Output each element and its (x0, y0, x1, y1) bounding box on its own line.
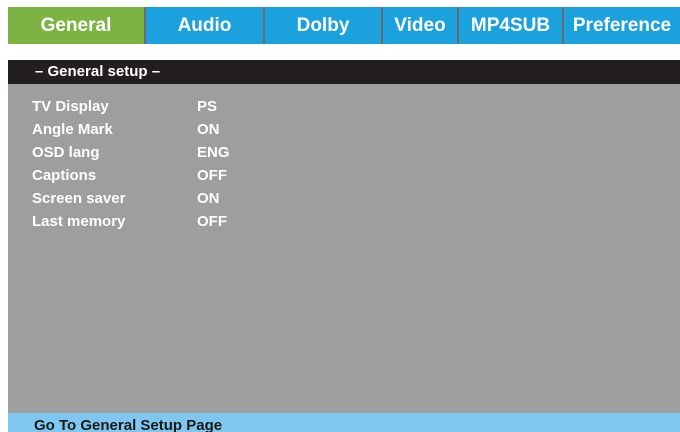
setting-value: ON (197, 121, 220, 138)
tab-video[interactable]: Video (383, 7, 459, 44)
tab-dolby[interactable]: Dolby (265, 7, 383, 44)
setting-value: ENG (197, 144, 230, 161)
setting-label: Angle Mark (32, 121, 113, 138)
status-text: Go To General Setup Page (34, 417, 223, 432)
setting-value: PS (197, 98, 218, 115)
panel-title: – General setup – (8, 60, 680, 84)
general-setup-panel: – General setup – TV Display PS Angle Ma… (8, 60, 680, 432)
setting-label: TV Display (32, 98, 109, 115)
tab-preference[interactable]: Preference (564, 7, 680, 44)
setting-value: OFF (197, 213, 227, 230)
setting-label: Screen saver (32, 190, 126, 207)
settings-list: TV Display PS Angle Mark ON OSD lang ENG… (32, 95, 277, 233)
setting-osd-lang[interactable]: OSD lang ENG (32, 141, 277, 164)
setting-captions[interactable]: Captions OFF (32, 164, 277, 187)
setting-tv-display[interactable]: TV Display PS (32, 95, 277, 118)
setup-tab-bar: General Audio Dolby Video MP4SUB Prefere… (8, 7, 680, 44)
setting-label: Captions (32, 167, 97, 184)
tab-audio[interactable]: Audio (146, 7, 265, 44)
setting-angle-mark[interactable]: Angle Mark ON (32, 118, 277, 141)
setting-value: OFF (197, 167, 227, 184)
setting-label: OSD lang (32, 144, 100, 161)
setting-screen-saver[interactable]: Screen saver ON (32, 187, 277, 210)
status-bar: Go To General Setup Page (8, 413, 680, 432)
tab-mp4sub[interactable]: MP4SUB (459, 7, 564, 44)
setting-label: Last memory (32, 213, 126, 230)
setting-value: ON (197, 190, 220, 207)
tab-general[interactable]: General (8, 7, 146, 44)
setting-last-memory[interactable]: Last memory OFF (32, 210, 277, 233)
